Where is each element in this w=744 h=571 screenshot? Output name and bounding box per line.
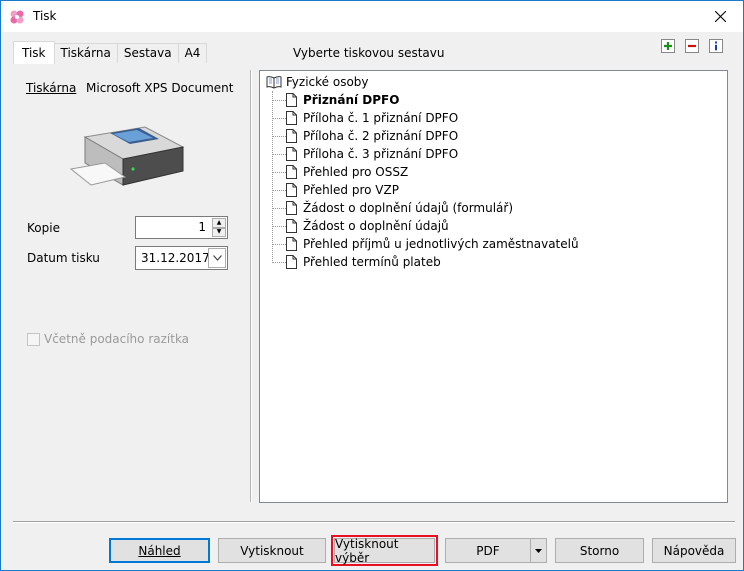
tree-item[interactable]: Příloha č. 2 přiznání DPFO (272, 127, 458, 145)
print-button[interactable]: Vytisknout (218, 538, 326, 563)
tree-item[interactable]: Příloha č. 1 přiznání DPFO (272, 109, 458, 127)
tree-connector (272, 135, 286, 137)
printer-name: Microsoft XPS Document (86, 81, 234, 95)
chevron-down-icon[interactable]: ▼ (212, 227, 226, 237)
tree-item[interactable]: Přehled pro OSSZ (272, 163, 408, 181)
close-button[interactable] (697, 1, 743, 32)
footer-divider (13, 521, 735, 523)
tab-tisk[interactable]: Tisk (13, 41, 55, 64)
close-icon (714, 11, 726, 22)
print-selection-button[interactable]: Vytisknout výběr (334, 536, 435, 565)
minus-icon (688, 44, 696, 48)
remove-button[interactable] (685, 39, 699, 53)
add-button[interactable] (661, 39, 675, 53)
tree-item-label: Přehled pro VZP (303, 183, 399, 197)
title-bar: Tisk (1, 1, 743, 32)
tree-item[interactable]: Přehled pro VZP (272, 181, 399, 199)
print-settings-panel: Tiskárna Microsoft XPS Document Kopie 1 … (13, 63, 251, 509)
tree-root[interactable]: Fyzické osoby (266, 75, 369, 89)
date-dropdown-button[interactable] (208, 248, 226, 268)
tree-connector (272, 153, 286, 155)
tree-item-label: Žádost o doplnění údajů (formulář) (303, 201, 514, 215)
tree-item-label: Přehled příjmů u jednotlivých zaměstnava… (303, 237, 579, 251)
caret-down-icon (535, 548, 542, 553)
help-button[interactable]: Nápověda (652, 538, 736, 563)
tree-item-label: Příloha č. 2 přiznání DPFO (303, 129, 459, 143)
tree-item-label: Žádost o doplnění údajů (303, 219, 449, 233)
tab-a4[interactable]: A4 (177, 43, 208, 64)
report-select-title: Vyberte tiskovou sestavu (293, 46, 445, 60)
date-value: 31.12.2017 (141, 251, 210, 265)
open-book-icon (266, 76, 282, 89)
date-label: Datum tisku (27, 251, 100, 265)
printer-link[interactable]: Tiskárna (26, 81, 76, 95)
document-icon (286, 183, 297, 197)
panel-divider (250, 70, 252, 502)
tree-connector (272, 225, 286, 227)
pdf-button[interactable]: PDF (445, 538, 531, 563)
document-icon (286, 165, 297, 179)
copies-stepper[interactable]: 1 ▲ ▼ (135, 216, 228, 239)
tree-item[interactable]: Přiznání DPFO (272, 91, 399, 109)
tree-item[interactable]: Přehled termínů plateb (272, 253, 441, 271)
help-button-label: Nápověda (663, 543, 725, 558)
tree-connector (272, 117, 286, 119)
stamp-checkbox[interactable] (27, 332, 40, 346)
tab-strip: Tisk Tiskárna Sestava A4 (13, 41, 208, 64)
tree-connector (272, 171, 286, 173)
document-icon (286, 147, 297, 161)
app-flower-icon (10, 10, 24, 24)
pdf-dropdown-button[interactable] (530, 538, 547, 563)
preview-button[interactable]: Náhled (109, 538, 210, 563)
copies-value: 1 (198, 220, 206, 234)
pdf-button-label: PDF (476, 543, 500, 558)
stepper-arrows: ▲ ▼ (212, 218, 226, 237)
cancel-button-label: Storno (579, 543, 620, 558)
document-icon (286, 129, 297, 143)
chevron-down-icon (212, 255, 222, 261)
tree-connector (272, 189, 286, 191)
preview-button-label: Náhled (138, 543, 181, 558)
tree-item[interactable]: Příloha č. 3 přiznání DPFO (272, 145, 458, 163)
copies-label: Kopie (27, 221, 60, 235)
document-icon (286, 201, 297, 215)
tab-tiskarna[interactable]: Tiskárna (53, 43, 118, 64)
tree-item[interactable]: Přehled příjmů u jednotlivých zaměstnava… (272, 235, 579, 253)
plus-icon (664, 42, 672, 50)
tree-item-label: Přehled termínů plateb (303, 255, 441, 269)
date-picker[interactable]: 31.12.2017 (135, 246, 228, 270)
document-icon (286, 111, 297, 125)
tree-item[interactable]: Žádost o doplnění údajů (formulář) (272, 199, 513, 217)
tree-item-label: Přiznání DPFO (303, 93, 400, 107)
document-icon (286, 237, 297, 251)
tree-item-label: Příloha č. 3 přiznání DPFO (303, 147, 459, 161)
document-icon (286, 93, 297, 107)
tree-connector (272, 207, 286, 209)
report-tree[interactable]: Fyzické osoby Přiznání DPFO Příloha č. 1… (259, 70, 728, 503)
tree-item[interactable]: Žádost o doplnění údajů (272, 217, 449, 235)
window-title: Tisk (33, 9, 57, 23)
tree-toolbar (661, 39, 733, 53)
tree-connector (272, 243, 286, 245)
document-icon (286, 219, 297, 233)
print-dialog: Tisk Tisk Tiskárna Sestava A4 Tiskárna M… (0, 0, 744, 571)
tree-item-label: Příloha č. 1 přiznání DPFO (303, 111, 459, 125)
document-icon (286, 255, 297, 269)
print-selection-button-label: Vytisknout výběr (335, 536, 399, 565)
tree-connector (272, 261, 286, 263)
stamp-label: Včetně podacího razítka (44, 332, 190, 346)
print-button-label: Vytisknout (240, 543, 304, 558)
cancel-button[interactable]: Storno (555, 538, 644, 563)
tree-connector (272, 99, 286, 101)
printer-icon (69, 126, 185, 186)
tab-sestava[interactable]: Sestava (116, 43, 179, 64)
info-icon (715, 41, 717, 51)
info-button[interactable] (709, 39, 723, 53)
chevron-up-icon[interactable]: ▲ (212, 218, 226, 228)
tree-root-label: Fyzické osoby (286, 75, 369, 89)
stamp-checkbox-row[interactable]: Včetně podacího razítka (27, 332, 189, 346)
tree-item-label: Přehled pro OSSZ (303, 165, 409, 179)
